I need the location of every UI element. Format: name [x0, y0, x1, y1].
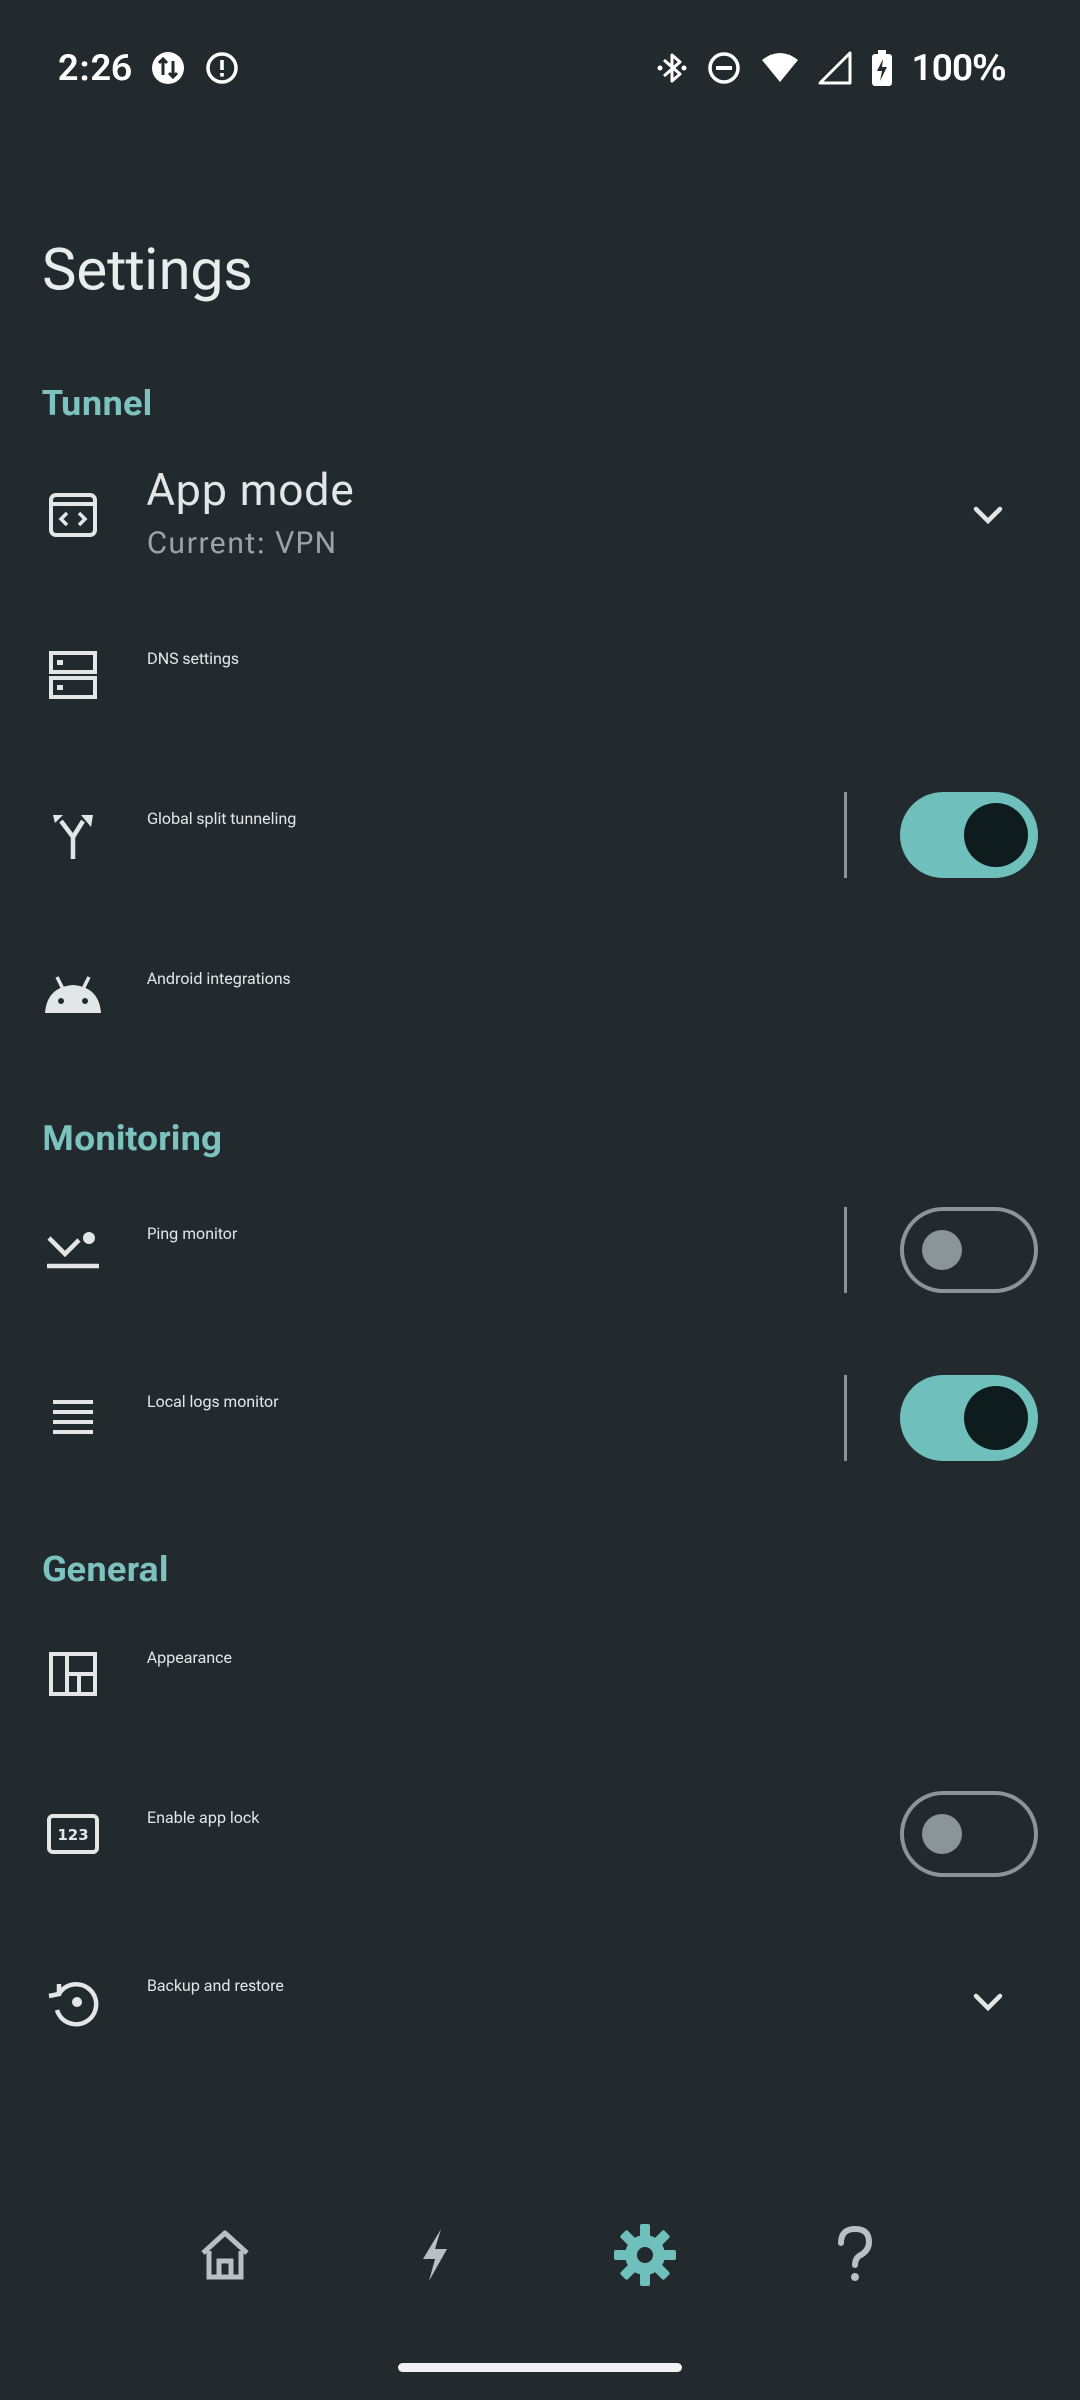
bluetooth-icon — [656, 50, 688, 86]
split-arrows-icon — [42, 804, 104, 866]
toggle-knob — [964, 803, 1028, 867]
dns-settings-row[interactable]: DNS settings — [0, 615, 1080, 735]
alert-icon — [204, 50, 240, 86]
section-header-monitoring: Monitoring — [42, 1118, 223, 1159]
settings-screen: 2:26 100% Settings Tunnel App mode Curre… — [0, 0, 1080, 2400]
ping-monitor-row[interactable]: Ping monitor — [0, 1190, 1080, 1310]
gear-icon[interactable] — [590, 2200, 700, 2310]
android-icon — [42, 964, 104, 1026]
chevron-down-icon[interactable] — [966, 1980, 1010, 2024]
chevron-down-icon[interactable] — [966, 493, 1010, 537]
app-mode-current: Current: VPN — [147, 526, 338, 561]
ping-icon — [42, 1219, 104, 1281]
app-mode-text: App mode Current: VPN — [147, 464, 355, 561]
app-mode-row[interactable]: App mode Current: VPN — [0, 450, 1080, 580]
toggle-knob — [964, 1386, 1028, 1450]
status-time: 2:26 — [58, 46, 133, 89]
cell-signal-icon — [818, 50, 852, 86]
gesture-handle[interactable] — [398, 2363, 682, 2372]
status-bar: 2:26 100% — [0, 0, 1080, 135]
bottom-navigation — [0, 2200, 1080, 2310]
android-integrations-row[interactable]: Android integrations — [0, 935, 1080, 1055]
status-bar-left: 2:26 — [58, 47, 240, 89]
local-logs-monitor-row[interactable]: Local logs monitor — [0, 1358, 1080, 1478]
android-integrations-label: Android integrations — [147, 969, 291, 988]
backup-restore-label: Backup and restore — [147, 1976, 284, 1995]
local-logs-monitor-label: Local logs monitor — [147, 1392, 279, 1411]
section-header-general: General — [42, 1549, 169, 1590]
ping-monitor-toggle[interactable] — [900, 1207, 1038, 1293]
app-lock-label: Enable app lock — [147, 1808, 260, 1827]
battery-charging-icon — [870, 49, 894, 87]
toggle-knob — [922, 1230, 962, 1270]
local-logs-monitor-toggle[interactable] — [900, 1375, 1038, 1461]
svg-text:123: 123 — [57, 1826, 88, 1844]
pin-icon: 123 — [42, 1803, 104, 1865]
split-tunneling-label: Global split tunneling — [147, 809, 297, 828]
row-divider — [844, 1375, 847, 1461]
do-not-disturb-icon — [706, 50, 742, 86]
layout-icon — [42, 1643, 104, 1705]
help-icon[interactable] — [800, 2200, 910, 2310]
list-icon — [42, 1387, 104, 1449]
home-icon[interactable] — [170, 2200, 280, 2310]
split-tunneling-row[interactable]: Global split tunneling — [0, 775, 1080, 895]
split-tunneling-toggle[interactable] — [900, 792, 1038, 878]
restore-icon — [42, 1971, 104, 2033]
row-divider — [844, 1207, 847, 1293]
dns-icon — [42, 644, 104, 706]
row-divider — [844, 792, 847, 878]
ping-monitor-label: Ping monitor — [147, 1224, 238, 1243]
appearance-row[interactable]: Appearance — [0, 1614, 1080, 1734]
app-mode-label: App mode — [147, 464, 355, 516]
section-header-tunnel: Tunnel — [42, 383, 153, 424]
app-lock-row[interactable]: 123 Enable app lock — [0, 1774, 1080, 1894]
page-title: Settings — [42, 236, 253, 304]
dns-settings-label: DNS settings — [147, 649, 239, 668]
wifi-icon — [760, 50, 800, 86]
battery-percent: 100% — [911, 46, 1006, 89]
backup-restore-row[interactable]: Backup and restore — [0, 1942, 1080, 2062]
status-bar-right: 100% — [656, 47, 1006, 89]
code-window-icon — [42, 484, 104, 546]
appearance-label: Appearance — [147, 1648, 232, 1667]
app-lock-toggle[interactable] — [900, 1791, 1038, 1877]
data-transfer-icon — [150, 50, 186, 86]
bolt-icon[interactable] — [380, 2200, 490, 2310]
toggle-knob — [922, 1814, 962, 1854]
